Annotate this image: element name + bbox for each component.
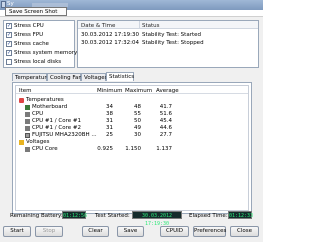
stats-row-label: FUJITSU MHA2320BH ... <box>32 132 97 138</box>
stress-disks-checkbox[interactable] <box>6 59 12 65</box>
motherboard-icon <box>25 105 30 110</box>
close-button[interactable]: Close <box>230 226 259 237</box>
stats-row-max: 55 <box>134 111 141 117</box>
cpuid-button[interactable]: CPUID <box>160 226 189 237</box>
stats-row-cpu-core[interactable]: CPU Core 0.925 1.150 1.137 <box>16 146 188 153</box>
stats-row-core1[interactable]: CPU #1 / Core #1 31 50 45.4 <box>16 118 188 125</box>
save-button[interactable]: Save <box>117 226 144 237</box>
stats-row-max: 49 <box>134 125 141 131</box>
stats-row-avg: 1.137 <box>156 146 172 152</box>
cpu-icon <box>25 112 30 117</box>
stats-row-min: 31 <box>106 125 113 131</box>
stats-row-label: Temperatures <box>26 97 64 103</box>
cpu-icon <box>25 126 30 131</box>
stats-row-label: CPU #1 / Core #2 <box>32 125 81 131</box>
tab-strip: Temperatures Cooling Fans Voltages Stati… <box>12 72 252 82</box>
tab-cooling-fans[interactable]: Cooling Fans <box>47 73 85 81</box>
stats-row-avg: 27.7 <box>159 132 172 138</box>
stats-row-label: CPU <box>32 111 44 117</box>
stress-cpu-label: Stress CPU <box>14 23 44 29</box>
stats-row-label: Voltages <box>26 139 50 145</box>
stop-button[interactable]: Stop <box>35 226 63 237</box>
tab-temperatures[interactable]: Temperatures <box>12 73 53 81</box>
stats-row-hdd[interactable]: FUJITSU MHA2320BH ... 25 30 27.7 <box>16 132 188 139</box>
stats-row-voltages[interactable]: Voltages <box>16 139 188 146</box>
stats-row-avg: 41.7 <box>159 104 172 110</box>
stress-fpu-label: Stress FPU <box>14 32 44 38</box>
stress-disks-label: Stress local disks <box>14 59 62 65</box>
test-started-value: 30.03.2012 17:19:30 <box>132 211 182 227</box>
cpu-icon <box>25 119 30 124</box>
lightning-icon <box>19 140 24 145</box>
stats-row-min: 25 <box>106 132 113 138</box>
start-button[interactable]: Start <box>3 226 31 237</box>
stats-header-item: Item <box>19 88 32 94</box>
stress-cpu-checkbox[interactable]: ✓ <box>6 23 12 29</box>
stats-row-label: Motherboard <box>32 104 68 110</box>
stats-row-label: CPU #1 / Core #1 <box>32 118 81 124</box>
cpu-icon <box>25 147 30 152</box>
stats-row-temperatures[interactable]: Temperatures <box>16 97 188 104</box>
thermometer-icon <box>19 98 24 103</box>
stress-cache-checkbox[interactable]: ✓ <box>6 41 12 47</box>
stats-row-avg: 44.6 <box>159 125 172 131</box>
stats-row-min: 38 <box>106 111 113 117</box>
stats-row-core2[interactable]: CPU #1 / Core #2 31 49 44.6 <box>16 125 188 132</box>
elapsed-time-label: Elapsed Time: <box>189 213 228 219</box>
remaining-battery-value: 01:12:56 <box>62 211 88 219</box>
event-log-panel: Date & Time Status 30.03.2012 17:19:30 S… <box>77 20 259 68</box>
hard-disk-icon <box>25 133 30 138</box>
main-window: ✓ Stress CPU ✓ Stress FPU ✓ Stress cache… <box>0 16 263 242</box>
log-header-datetime: Date & Time <box>81 23 116 29</box>
log-row-2-status: Stability Test: Stopped <box>142 40 204 46</box>
stats-row-min: 0.925 <box>97 146 113 152</box>
tab-statistics[interactable]: Statistics <box>106 72 134 81</box>
log-row-1-status: Stability Test: Started <box>142 32 201 38</box>
stats-row-cpu[interactable]: CPU 38 55 51.6 <box>16 111 188 118</box>
stats-row-avg: 45.4 <box>159 118 172 124</box>
stress-memory-label: Stress system memory <box>14 50 78 56</box>
tab-voltages[interactable]: Voltages <box>81 73 108 81</box>
stats-header-minimum: Minimum <box>97 88 123 94</box>
stats-row-max: 30 <box>134 132 141 138</box>
stress-cache-label: Stress cache <box>14 41 49 47</box>
stats-row-motherboard[interactable]: Motherboard 34 48 41.7 <box>16 104 188 111</box>
log-header-status: Status <box>142 23 160 29</box>
stats-header-average: Average <box>156 88 179 94</box>
stats-row-max: 48 <box>134 104 141 110</box>
preferences-button[interactable]: Preferences <box>193 226 226 237</box>
log-row-1-datetime: 30.03.2012 17:19:30 <box>81 32 139 38</box>
elapsed-time-value: 01:12:33 <box>228 211 254 219</box>
test-started-label: Test Started: <box>95 213 130 219</box>
stats-row-min: 31 <box>106 118 113 124</box>
stats-row-max: 50 <box>134 118 141 124</box>
statistics-panel: Item Minimum Maximum Average Temperature… <box>12 82 252 214</box>
log-column-divider <box>139 21 140 29</box>
stats-row-label: CPU Core <box>32 146 58 152</box>
log-row-2-datetime: 30.03.2012 17:32:04 <box>81 40 139 46</box>
stress-options-panel: ✓ Stress CPU ✓ Stress FPU ✓ Stress cache… <box>3 20 78 68</box>
stats-row-max: 1.150 <box>125 146 141 152</box>
stress-memory-checkbox[interactable]: ✓ <box>6 50 12 56</box>
statistics-list: Item Minimum Maximum Average Temperature… <box>15 85 249 211</box>
clear-button[interactable]: Clear <box>82 226 109 237</box>
stats-row-min: 34 <box>106 104 113 110</box>
save-screenshot-tooltip: Save Screen Shot <box>5 7 67 16</box>
stats-header-maximum: Maximum <box>125 88 153 94</box>
stats-row-avg: 51.6 <box>159 111 172 117</box>
remaining-battery-label: Remaining Battery: <box>10 213 63 219</box>
stress-fpu-checkbox[interactable]: ✓ <box>6 32 12 38</box>
